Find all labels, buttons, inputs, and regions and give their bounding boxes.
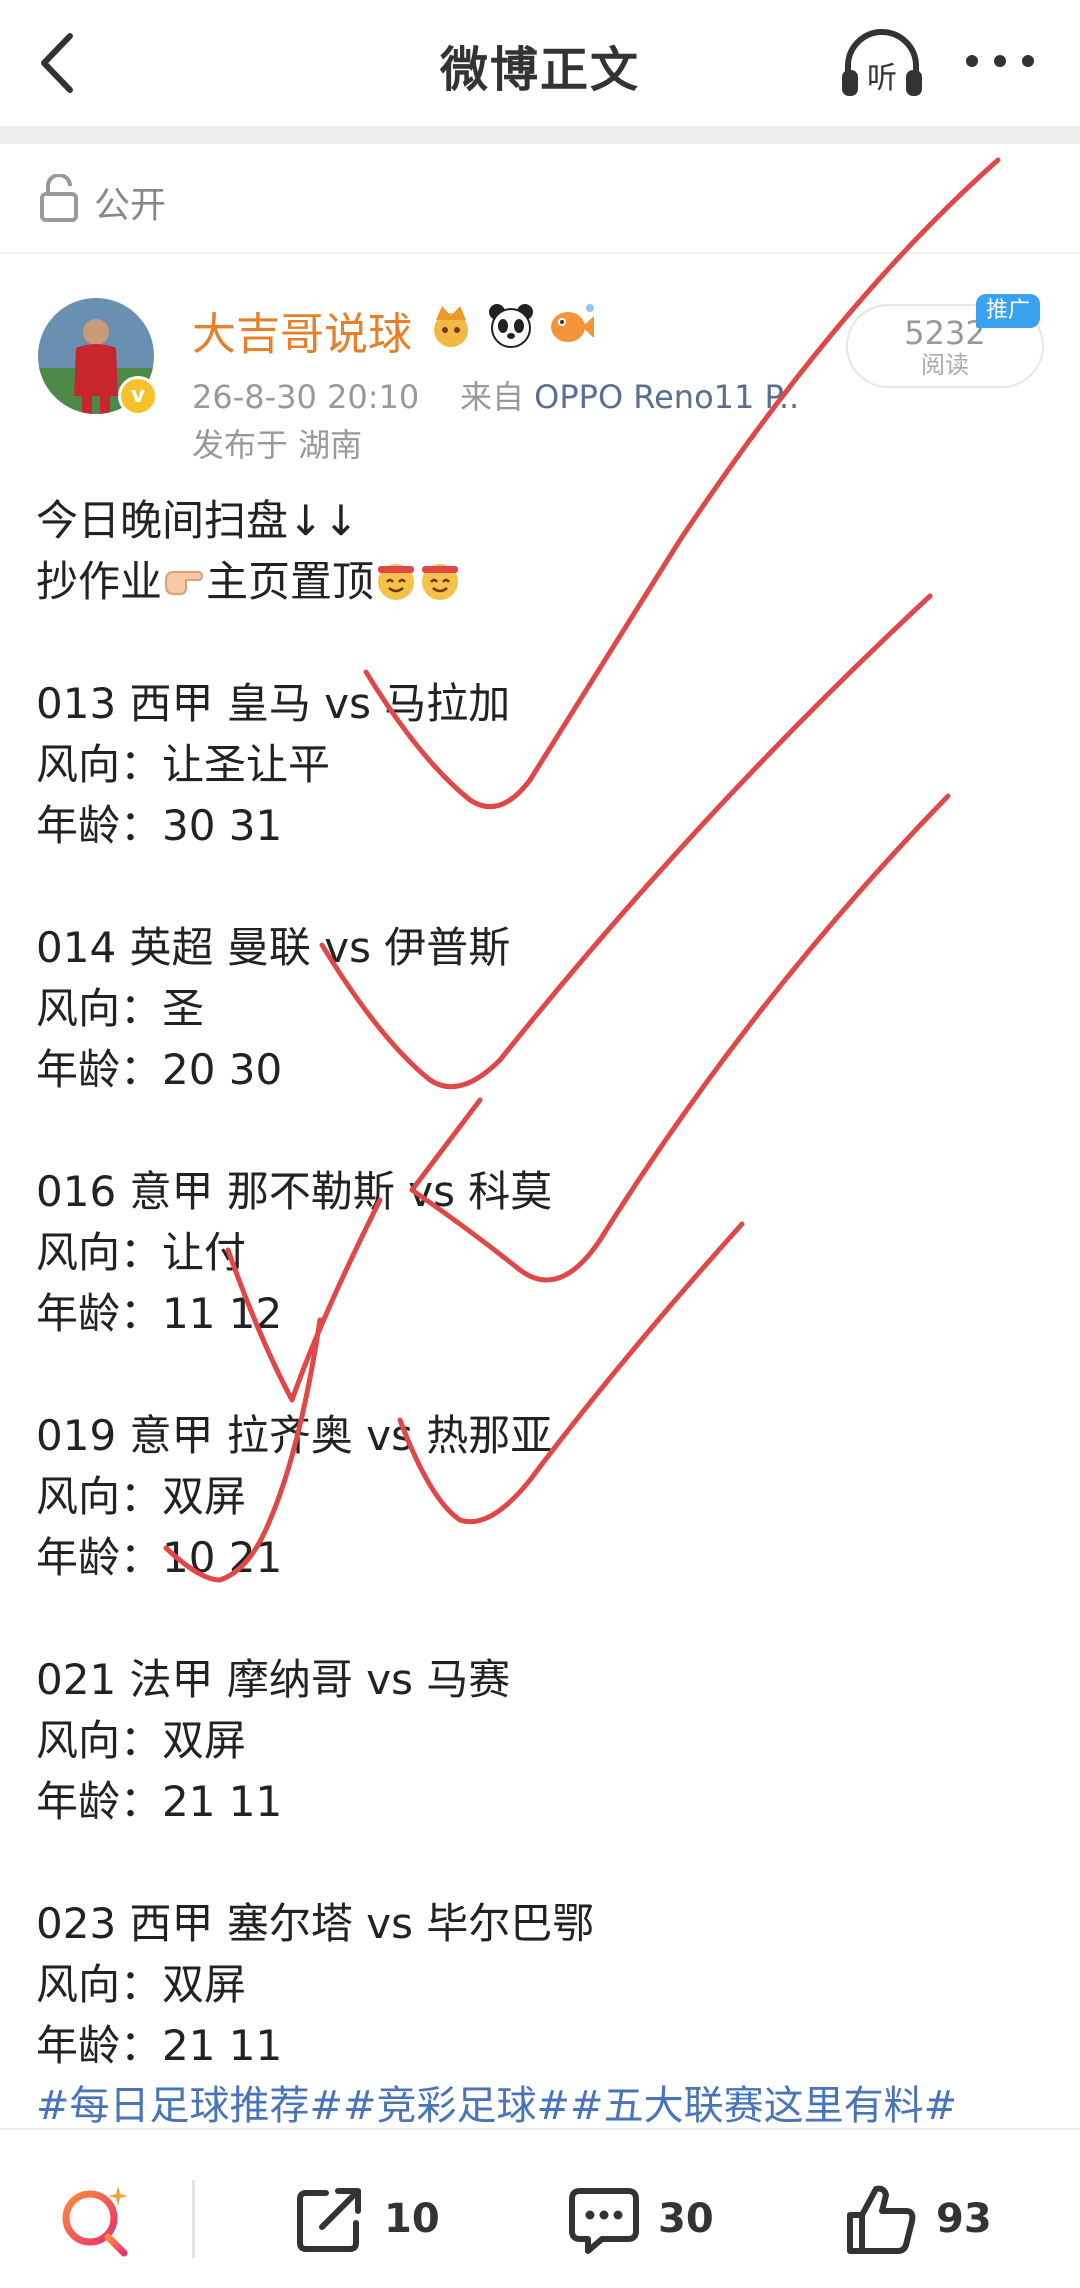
panda-icon[interactable] — [486, 300, 536, 350]
post-timestamp: 26-8-30 20:10 — [192, 378, 420, 416]
more-dots-icon — [966, 55, 1034, 67]
match-age: 年龄：30 31 — [36, 801, 283, 850]
match-wind: 风向：双屏 — [36, 1960, 247, 2009]
match-line: 013 西甲 皇马 vs 马拉加 — [36, 679, 511, 728]
promote-tag[interactable]: 推广 — [976, 294, 1040, 328]
headphones-icon: 听 — [842, 29, 922, 96]
pointing-finger-icon — [165, 571, 204, 595]
bar-separator — [192, 2180, 195, 2258]
match-age: 年龄：10 21 — [36, 1533, 283, 1582]
comment-icon — [569, 2188, 639, 2254]
user-badges — [426, 300, 596, 350]
post-content: 今日晚间扫盘↓↓ 抄作业 主页置顶 013 西甲 皇马 vs 马拉加 风向：让圣… — [36, 490, 1046, 2076]
thumbs-up-icon — [847, 2185, 916, 2254]
hashtag-links[interactable]: #每日足球推荐##竞彩足球##五大联赛这里有料# — [36, 2076, 957, 2136]
match-wind: 风向：圣 — [36, 984, 205, 1033]
bottom-action-bar: 10 30 93 — [0, 2128, 1080, 2288]
match-wind: 风向：双屏 — [36, 1716, 247, 1765]
match-line: 019 意甲 拉齐奥 vs 热那亚 — [36, 1411, 553, 1460]
visibility-label: 公开 — [94, 185, 167, 226]
top-navigation-bar: 微博正文 听 — [0, 0, 1080, 126]
match-wind: 风向：双屏 — [36, 1472, 247, 1521]
excited-face-icon — [378, 564, 415, 600]
section-divider — [0, 126, 1080, 144]
match-wind: 风向：让圣让平 — [36, 740, 331, 789]
share-count: 10 — [384, 2196, 440, 2242]
source-prefix: 来自 — [459, 378, 524, 416]
post-location: 发布于 湖南 — [192, 426, 363, 464]
like-button[interactable]: 93 — [844, 2174, 992, 2264]
author-name[interactable]: 大吉哥说球 — [192, 298, 412, 362]
device-source-link[interactable]: OPPO Reno11 P.. — [534, 378, 799, 416]
match-line: 023 西甲 塞尔塔 vs 毕尔巴鄂 — [36, 1899, 595, 1948]
fish-icon[interactable] — [546, 300, 596, 350]
share-button[interactable]: 10 — [292, 2174, 440, 2264]
listen-label: 听 — [867, 61, 897, 96]
like-count: 93 — [936, 2196, 992, 2242]
match-line: 021 法甲 摩纳哥 vs 马赛 — [36, 1655, 511, 1704]
match-line: 014 英超 曼联 vs 伊普斯 — [36, 923, 511, 972]
match-age: 年龄：21 11 — [36, 2021, 283, 2070]
excited-face-icon — [422, 564, 459, 600]
match-line: 016 意甲 那不勒斯 vs 科莫 — [36, 1167, 553, 1216]
intro-line: 今日晚间扫盘↓↓ — [36, 496, 359, 545]
lock-open-icon — [40, 174, 78, 222]
intro-text: 抄作业 — [36, 557, 163, 606]
match-age: 年龄：21 11 — [36, 1777, 283, 1826]
verified-badge: v — [118, 376, 158, 416]
match-age: 年龄：11 12 — [36, 1289, 283, 1338]
post-meta: 26-8-30 20:10 来自 OPPO Reno11 P.. — [192, 372, 799, 418]
read-label: 阅读 — [921, 351, 969, 379]
intro-line: 抄作业 主页置顶 — [36, 551, 1046, 612]
match-age: 年龄：20 30 — [36, 1045, 283, 1094]
crown-icon[interactable] — [426, 300, 476, 350]
intro-text-2: 主页置顶 — [206, 557, 375, 606]
comment-button[interactable]: 30 — [566, 2174, 714, 2264]
visibility-row: 公开 — [0, 144, 1080, 254]
match-wind: 风向：让付 — [36, 1228, 247, 1277]
listen-button[interactable]: 听 — [838, 26, 926, 100]
share-icon — [297, 2188, 361, 2252]
more-options-button[interactable] — [960, 36, 1040, 86]
comment-count: 30 — [658, 2196, 714, 2242]
search-sparkle-icon[interactable] — [58, 2182, 134, 2258]
